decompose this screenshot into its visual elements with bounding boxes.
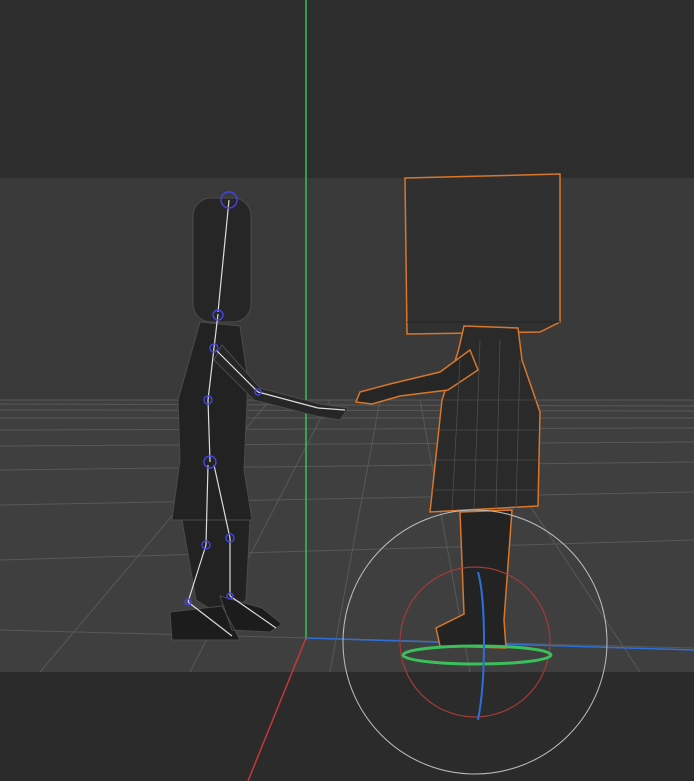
dress-mesh — [429, 325, 541, 513]
shoes-mesh — [169, 595, 283, 641]
3d-viewport[interactable] — [0, 0, 694, 781]
cylinder-head — [192, 197, 252, 323]
legs-mesh — [181, 519, 251, 611]
gizmo-y-ring[interactable] — [401, 644, 553, 666]
legs-mesh — [435, 509, 513, 649]
viewport-canvas[interactable] — [0, 0, 694, 781]
rigged-character[interactable] — [169, 191, 349, 641]
x-axis-line — [247, 637, 307, 781]
box-head — [404, 173, 561, 335]
ground-grid — [0, 399, 694, 673]
